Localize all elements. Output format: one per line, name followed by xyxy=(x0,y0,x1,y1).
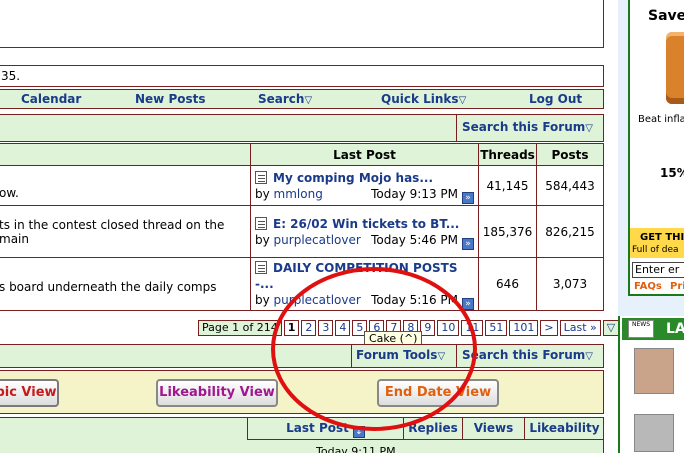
ad-text: Beat infla xyxy=(638,114,684,125)
coins-icon xyxy=(666,32,684,104)
ad-percent: 15% xyxy=(660,166,684,180)
news-badge-icon: NEWS xyxy=(628,320,654,338)
highlight-ellipse xyxy=(271,267,477,431)
ellipse-stroke xyxy=(271,267,477,431)
ad-pri-link[interactable]: Pri xyxy=(670,281,684,292)
ad-title: Save xyxy=(648,8,684,24)
ad-panel: Save Beat infla 15% GET THI Full of dea … xyxy=(628,0,684,296)
ad-enter-input[interactable]: Enter er xyxy=(632,262,684,278)
right-sidebar: Save Beat infla 15% GET THI Full of dea … xyxy=(618,0,684,453)
news-photo[interactable] xyxy=(634,348,674,394)
latest-news-panel: NEWS LA xyxy=(618,316,684,453)
ad-cta: GET THI xyxy=(640,232,684,243)
ad-cta-sub: Full of dea xyxy=(632,245,679,255)
news-header-text: LA xyxy=(666,321,684,337)
news-photo-2[interactable] xyxy=(634,414,674,452)
ad-faqs-link[interactable]: FAQs xyxy=(634,281,662,292)
